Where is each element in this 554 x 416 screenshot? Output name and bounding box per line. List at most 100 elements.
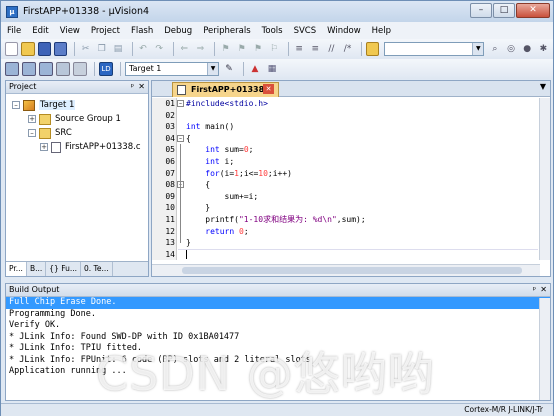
pin-icon[interactable]: ᵖ [131,81,134,93]
menu-file[interactable]: File [7,26,21,36]
collapse-icon[interactable]: – [12,101,20,109]
bookmark-next-icon[interactable]: ⚑ [251,42,264,56]
batch-build-icon[interactable] [56,62,70,76]
redo-icon[interactable]: ↷ [153,42,166,56]
menu-tools[interactable]: Tools [262,26,283,36]
unindent-icon[interactable]: ≡ [309,42,322,56]
tree-item-target[interactable]: – Target 1 [6,98,148,112]
tab-project[interactable]: Pr... [6,262,27,276]
indent-icon[interactable]: ≡ [293,42,306,56]
code-area[interactable]: 01 02 03 04 05 06 07 08 09 10 11 12 13 14 #include<st… [152,98,540,260]
build-output-scrollbar[interactable] [539,298,550,400]
toolbar-separator [172,42,174,56]
app-window: μ FirstAPP+01338 - µVision4 – □ ✕ File E… [0,0,554,416]
close-icon[interactable]: ✕ [540,284,547,296]
tree-item-label: FirstAPP+01338.c [65,142,141,152]
menu-view[interactable]: View [60,26,80,36]
close-tab-icon[interactable]: ✕ [263,84,274,94]
expand-icon[interactable]: + [28,115,36,123]
save-all-icon[interactable] [53,42,68,56]
search-icon[interactable]: ⌕ [488,42,501,56]
project-panel-title: Project [9,82,37,91]
incremental-find-icon[interactable]: ◎ [504,42,517,56]
build-output-title: Build Output [9,285,60,294]
debug-session-icon[interactable]: ● [521,42,534,56]
paste-icon[interactable]: ▤ [111,42,124,56]
menu-debug[interactable]: Debug [164,26,192,36]
bookmark-icon[interactable]: ⚑ [219,42,232,56]
uncomment-icon[interactable]: /* [341,42,354,56]
window-title: FirstAPP+01338 - µVision4 [23,6,150,17]
tree-item-src[interactable]: – SRC [6,126,148,140]
menu-edit[interactable]: Edit [32,26,48,36]
code-line: } [186,238,191,248]
fold-marker-icon[interactable]: – [177,100,184,107]
rebuild-icon[interactable] [39,62,53,76]
scrollbar-thumb[interactable] [182,267,522,274]
editor-horizontal-scrollbar[interactable] [152,264,540,276]
comment-icon[interactable]: // [325,42,338,56]
select-device-icon[interactable]: ▦ [265,62,279,76]
tree-item-source-group[interactable]: + Source Group 1 [6,112,148,126]
download-icon[interactable]: LD [99,62,113,76]
status-bar: Cortex-M/R J-LINK/J-Tr [1,403,553,416]
toolbar-separator [120,62,121,76]
expand-icon[interactable]: + [40,143,48,151]
code-line: int i; [205,157,235,166]
chevron-down-icon[interactable]: ▼ [472,43,484,55]
close-button[interactable]: ✕ [516,3,550,18]
line-number: 06 [165,157,175,166]
toolbar-separator [361,42,363,56]
target-select[interactable]: Target 1 ▼ [125,62,219,76]
stop-build-icon[interactable] [73,62,87,76]
c-file-icon [177,85,186,95]
fold-marker-icon[interactable]: – [177,134,184,142]
editor-vertical-scrollbar[interactable] [539,98,550,260]
manage-components-icon[interactable]: ▲ [248,62,262,76]
debugger-status: Cortex-M/R J-LINK/J-Tr [464,405,543,414]
pin-icon[interactable]: ᵖ [533,284,536,296]
chevron-down-icon[interactable]: ▼ [207,63,218,75]
nav-forward-icon[interactable]: ⇒ [194,42,207,56]
project-panel-header: Project ᵖ ✕ [6,81,148,94]
uvision-logo-icon: μ [6,5,18,18]
tab-books[interactable]: B... [27,262,47,276]
code-line: #include<stdio.h> [186,99,268,108]
line-number: 07 [165,168,175,178]
save-icon[interactable] [37,42,51,56]
menu-peripherals[interactable]: Peripherals [203,26,250,36]
tab-list-dropdown-icon[interactable]: ▼ [540,82,546,91]
bookmark-prev-icon[interactable]: ⚑ [235,42,248,56]
menu-help[interactable]: Help [372,26,391,36]
tree-item-label: Target 1 [39,100,76,110]
menu-svcs[interactable]: SVCS [294,26,317,36]
nav-back-icon[interactable]: ⇐ [178,42,191,56]
build-output-panel: Build Output ᵖ ✕ Full Chip Erase Done. P… [5,283,551,401]
bookmark-clear-icon[interactable]: ⚐ [267,42,280,56]
code-line: return 0; [205,226,249,236]
translate-icon[interactable] [5,62,19,76]
toolbar-separator [287,42,289,56]
find-combo[interactable]: ▼ [384,42,485,56]
cut-icon[interactable]: ✂ [79,42,92,56]
find-in-files-icon[interactable] [366,42,380,56]
tree-item-file[interactable]: + FirstAPP+01338.c [6,140,148,154]
open-folder-icon[interactable] [21,42,35,56]
minimize-button[interactable]: – [470,3,492,18]
copy-icon[interactable]: ❐ [95,42,108,56]
tab-templates[interactable]: 0. Te... [81,262,113,276]
menu-project[interactable]: Project [91,26,120,36]
tab-functions[interactable]: {} Fu... [46,262,82,276]
code-line: { [186,180,211,190]
build-output-text[interactable]: Full Chip Erase Done. Programming Done. … [6,297,550,378]
menu-flash[interactable]: Flash [131,26,153,36]
collapse-icon[interactable]: – [28,129,36,137]
configure-icon[interactable]: ✱ [537,42,550,56]
menu-window[interactable]: Window [327,26,361,36]
close-icon[interactable]: ✕ [138,81,145,93]
maximize-button[interactable]: □ [493,3,515,18]
undo-icon[interactable]: ↶ [136,42,149,56]
target-options-icon[interactable]: ✎ [222,62,236,76]
build-icon[interactable] [22,62,36,76]
new-file-icon[interactable] [5,42,19,56]
